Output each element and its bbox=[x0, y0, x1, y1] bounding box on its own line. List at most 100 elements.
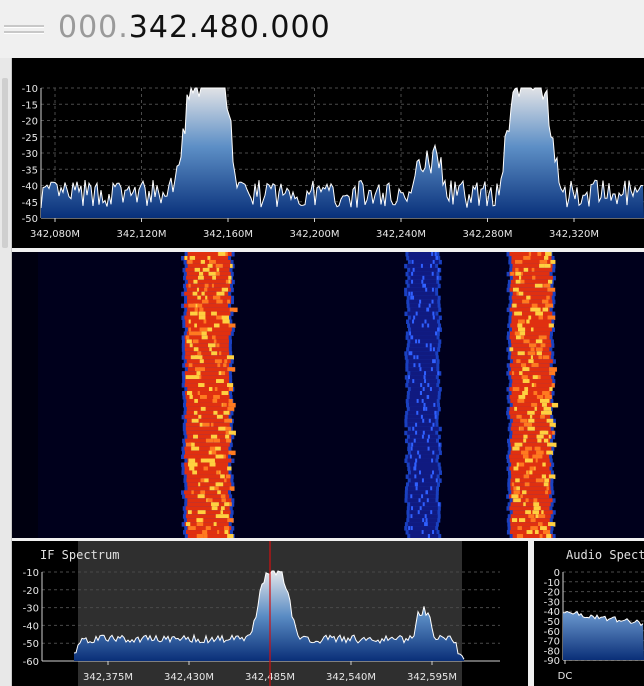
waterfall-cell bbox=[548, 522, 556, 527]
waterfall-cell bbox=[509, 454, 550, 460]
waterfall-cell bbox=[408, 482, 437, 487]
waterfall-cell bbox=[422, 387, 425, 392]
waterfall-cell bbox=[408, 526, 411, 531]
waterfall-cell bbox=[434, 252, 437, 257]
main-spectrum-plot[interactable]: -10 -15 -20 -25 -30 -35 -40 -45 -50 342,080M 342,… bbox=[12, 58, 644, 248]
waterfall-panel[interactable] bbox=[12, 252, 644, 538]
waterfall-cell bbox=[523, 255, 531, 261]
waterfall-cell bbox=[515, 271, 521, 277]
waterfall-cell bbox=[518, 395, 526, 400]
left-scrollbar[interactable] bbox=[0, 58, 12, 686]
waterfall-cell bbox=[410, 387, 439, 392]
waterfall-cell bbox=[409, 514, 438, 519]
waterfall-cell bbox=[208, 343, 216, 348]
waterfall-cell bbox=[424, 319, 427, 324]
waterfall-cell bbox=[549, 422, 556, 428]
audio-spectrum-fill bbox=[563, 611, 644, 660]
waterfall-cell bbox=[531, 363, 539, 368]
main-spectrum-panel[interactable]: -10 -15 -20 -25 -30 -35 -40 -45 -50 342,080M 342,… bbox=[12, 58, 644, 248]
waterfall-cell bbox=[541, 402, 547, 408]
waterfall-cell bbox=[437, 502, 440, 507]
waterfall-cell bbox=[549, 367, 557, 372]
waterfall-cell bbox=[221, 498, 226, 503]
waterfall-cell bbox=[215, 446, 221, 452]
waterfall-cell bbox=[201, 335, 208, 340]
y-tick-label: -35 bbox=[22, 165, 38, 176]
waterfall-cell bbox=[534, 446, 541, 452]
waterfall-cell bbox=[220, 510, 223, 515]
waterfall-cell bbox=[421, 323, 424, 328]
drag-grip-icon[interactable] bbox=[4, 22, 44, 38]
scrollbar-thumb[interactable] bbox=[2, 78, 8, 248]
waterfall-cell bbox=[435, 331, 438, 336]
waterfall-cell bbox=[422, 502, 425, 507]
waterfall-cell bbox=[228, 275, 232, 281]
if-spectrum-panel[interactable]: IF Spectrum -10 -20 -30 -40 -50 -60 342,375M 3… bbox=[12, 541, 528, 686]
waterfall-cell bbox=[542, 391, 550, 396]
waterfall-cell bbox=[186, 359, 231, 364]
waterfall-cell bbox=[509, 506, 550, 511]
waterfall-cell bbox=[224, 418, 232, 424]
waterfall-cell bbox=[213, 438, 221, 444]
waterfall-cell bbox=[410, 327, 439, 332]
waterfall-cell bbox=[512, 287, 519, 293]
waterfall-cell bbox=[419, 391, 422, 396]
waterfall-cell bbox=[539, 263, 545, 269]
waterfall-cell bbox=[523, 502, 526, 507]
waterfall-cell bbox=[221, 287, 229, 293]
waterfall-cell bbox=[187, 391, 193, 396]
waterfall-cell bbox=[188, 327, 191, 332]
waterfall-cell bbox=[226, 355, 234, 360]
waterfall-cell bbox=[408, 331, 437, 336]
waterfall-cell bbox=[418, 454, 421, 460]
waterfall-cell bbox=[410, 259, 439, 265]
waterfall-cell bbox=[207, 263, 213, 269]
waterfall-cell bbox=[410, 534, 439, 538]
waterfall-cell bbox=[407, 438, 436, 444]
waterfall-cell bbox=[407, 287, 436, 293]
waterfall-cell bbox=[513, 466, 519, 471]
waterfall-cell bbox=[409, 343, 438, 348]
waterfall-plot[interactable] bbox=[12, 252, 644, 538]
frequency-display[interactable]: 000.342.480.000 bbox=[58, 10, 331, 45]
waterfall-cell bbox=[532, 275, 536, 281]
waterfall-cell bbox=[429, 387, 432, 392]
waterfall-cell bbox=[199, 395, 207, 400]
waterfall-cell bbox=[430, 263, 433, 269]
waterfall-cell bbox=[200, 406, 206, 412]
waterfall-cell bbox=[515, 279, 521, 285]
waterfall-cell bbox=[221, 391, 229, 396]
waterfall-cell bbox=[216, 267, 220, 273]
waterfall-cell bbox=[200, 490, 206, 495]
waterfall-cell bbox=[184, 446, 229, 452]
waterfall-cell bbox=[524, 458, 533, 464]
waterfall-cell bbox=[419, 470, 422, 475]
audio-spectrum-plot[interactable]: Audio Spect 0-10-20-30-40-50-60-70-80-90… bbox=[534, 541, 644, 686]
waterfall-cell bbox=[408, 363, 437, 368]
waterfall-cell bbox=[522, 379, 530, 384]
waterfall-cell bbox=[512, 434, 553, 440]
waterfall-cell bbox=[184, 255, 188, 261]
waterfall-cell bbox=[524, 482, 530, 487]
waterfall-cell bbox=[509, 347, 514, 352]
waterfall-cell bbox=[428, 303, 431, 309]
waterfall-cell bbox=[538, 315, 543, 321]
waterfall-cell bbox=[423, 406, 426, 412]
waterfall-cell bbox=[529, 414, 533, 420]
waterfall-cell bbox=[194, 331, 202, 336]
waterfall-cell bbox=[527, 351, 536, 356]
audio-spectrum-panel[interactable]: Audio Spect 0 -10 -20 -30 -40 -50 -60 -70 -80 -90… bbox=[534, 541, 644, 686]
x-tick-label: 342,240M bbox=[376, 229, 426, 240]
waterfall-cell bbox=[542, 355, 550, 360]
waterfall-cell bbox=[539, 430, 547, 436]
waterfall-cell bbox=[427, 446, 430, 452]
waterfall-cell bbox=[434, 414, 437, 420]
waterfall-cell bbox=[410, 446, 413, 452]
waterfall-cell bbox=[519, 371, 523, 376]
waterfall-cell bbox=[192, 291, 198, 297]
waterfall-cell bbox=[527, 426, 535, 432]
waterfall-cell bbox=[545, 490, 549, 495]
waterfall-cell bbox=[423, 375, 426, 380]
waterfall-cell bbox=[185, 530, 230, 535]
if-spectrum-plot[interactable]: IF Spectrum -10 -20 -30 -40 -50 -60 342,375M 3… bbox=[12, 541, 528, 686]
